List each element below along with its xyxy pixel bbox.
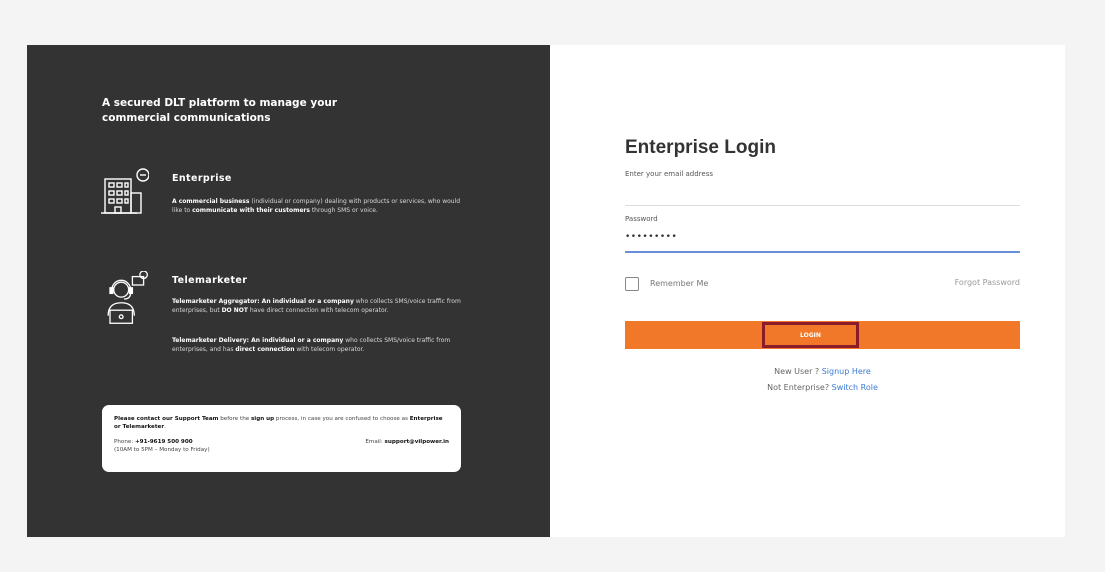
headset-agent-icon: [99, 270, 149, 327]
password-label: Password: [625, 215, 658, 223]
switch-role-link[interactable]: Switch Role: [832, 383, 878, 392]
support-phone: Phone: +91-9619 500 900 (10AM to 5PM – M…: [114, 439, 210, 453]
email-underline: [625, 205, 1020, 206]
telemarketer-aggregator-description: Telemarketer Aggregator: An individual o…: [172, 298, 461, 314]
login-page: A secured DLT platform to manage your co…: [27, 45, 1065, 537]
building-chat-icon: [99, 167, 150, 223]
enterprise-title: Enterprise: [172, 173, 232, 184]
login-button[interactable]: LOGIN: [762, 322, 859, 348]
forgot-password-link[interactable]: Forgot Password: [955, 278, 1020, 287]
password-field[interactable]: •••••••••: [625, 232, 677, 242]
telemarketer-delivery-description: Telemarketer Delivery: An individual or …: [172, 337, 451, 353]
support-info-box: Please contact our Support Team before t…: [102, 405, 461, 472]
switch-role-line: Not Enterprise? Switch Role: [767, 383, 878, 392]
support-intro: Please contact our Support Team before t…: [114, 416, 443, 430]
password-underline: [625, 251, 1020, 253]
email-field[interactable]: Enter your email address: [625, 170, 713, 178]
remember-me-checkbox[interactable]: [625, 277, 639, 291]
telemarketer-title: Telemarketer: [172, 275, 248, 286]
support-email[interactable]: Email: support@vilpower.in: [365, 438, 449, 454]
login-title: Enterprise Login: [625, 137, 776, 158]
login-panel: Enterprise Login Enter your email addres…: [550, 45, 1065, 537]
info-panel: A secured DLT platform to manage your co…: [27, 45, 550, 537]
tagline: A secured DLT platform to manage your co…: [102, 97, 338, 124]
signup-line: New User ? Signup Here: [774, 367, 871, 376]
signup-link[interactable]: Signup Here: [822, 367, 871, 376]
enterprise-description: A commercial business (individual or com…: [172, 198, 461, 214]
remember-me-label[interactable]: Remember Me: [650, 279, 708, 288]
